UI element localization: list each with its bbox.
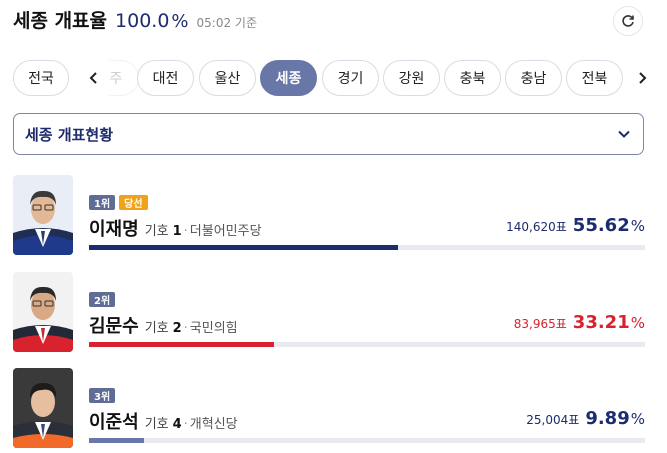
vote-bar-track: [89, 342, 645, 347]
candidate-name: 김문수: [89, 316, 139, 337]
tab-label: 경기: [337, 71, 364, 87]
candidate-badges: 3위: [89, 388, 116, 403]
separator-dot: ·: [183, 224, 188, 239]
count-rate-unit: %: [171, 11, 189, 32]
ballot-number: 4: [172, 417, 182, 432]
elected-badge: 당선: [119, 195, 148, 210]
tab-label: 전국: [28, 71, 54, 87]
chevron-down-icon: [618, 130, 630, 138]
candidate-badges: 2위: [89, 292, 116, 307]
candidate-info: 이재명 기호 1 · 더불어민주당: [89, 215, 262, 241]
tab-label: 울산: [214, 71, 241, 87]
vote-share-unit: %: [630, 217, 645, 235]
chevron-right-icon: [639, 72, 647, 84]
candidate-info: 이준석 기호 4 · 개혁신당: [89, 408, 238, 434]
candidate-row: 1위 당선 이재명 기호 1 · 더불어민주당 140,620 표 55.62 …: [13, 175, 653, 255]
separator-dot: ·: [183, 321, 188, 336]
ballot-label: 기호: [144, 224, 169, 239]
page-title: 세종 개표율: [13, 10, 108, 32]
candidate-badges: 1위 당선: [89, 195, 148, 210]
tab-label: 전북: [581, 71, 608, 87]
vote-result: 140,620 표 55.62 %: [506, 215, 645, 236]
rank-badge: 3위: [89, 388, 116, 403]
refresh-icon: [622, 15, 634, 27]
scroll-left-button[interactable]: [79, 60, 109, 96]
party-name: 국민의힘: [189, 321, 238, 336]
vote-result: 83,965 표 33.21 %: [514, 312, 645, 333]
party-name: 개혁신당: [189, 417, 238, 432]
candidate-row: 3위 이준석 기호 4 · 개혁신당 25,004 표 9.89 %: [13, 368, 653, 448]
chevron-left-icon: [89, 72, 97, 84]
vote-bar-track: [89, 245, 645, 250]
tab-label: 세종: [275, 71, 302, 87]
tab-label: 충남: [520, 71, 547, 87]
ballot-number: 1: [172, 224, 182, 239]
vote-count: 25,004: [526, 413, 569, 427]
vote-count: 140,620: [506, 220, 556, 234]
refresh-button[interactable]: [613, 6, 643, 36]
ballot-label: 기호: [144, 417, 169, 432]
vote-share-unit: %: [630, 314, 645, 332]
vote-unit: 표: [568, 413, 580, 427]
candidate-photo: [13, 368, 73, 448]
vote-share: 9.89: [585, 408, 630, 429]
scroll-right-button[interactable]: [627, 60, 657, 96]
vote-share: 33.21: [572, 312, 630, 333]
tab-ulsan[interactable]: 울산: [199, 60, 256, 96]
dropdown-label: 세종 개표현황: [25, 125, 114, 144]
candidate-photo: [13, 272, 73, 352]
tab-chungbuk[interactable]: 충북: [444, 60, 501, 96]
vote-unit: 표: [555, 220, 567, 234]
vote-share: 55.62: [572, 215, 630, 236]
region-tabs: 전국 주 대전 울산 세종 경기 강원 충북 충남 전북: [13, 60, 657, 98]
vote-bar-fill: [89, 245, 399, 250]
candidate-info: 김문수 기호 2 · 국민의힘: [89, 312, 238, 338]
tab-daejeon[interactable]: 대전: [137, 60, 194, 96]
rank-badge: 1위: [89, 195, 116, 210]
page-header: 세종 개표율 100.0 % 05:02 기준: [13, 6, 257, 34]
rank-badge: 2위: [89, 292, 116, 307]
tab-label: 대전: [152, 71, 179, 87]
tab-chungnam[interactable]: 충남: [505, 60, 562, 96]
vote-unit: 표: [555, 317, 567, 331]
candidate-name: 이준석: [89, 412, 139, 433]
update-time: 05:02 기준: [196, 16, 258, 30]
ballot-label: 기호: [144, 321, 169, 336]
vote-result: 25,004 표 9.89 %: [526, 408, 645, 429]
ballot-number: 2: [172, 321, 182, 336]
tab-gyeonggi[interactable]: 경기: [322, 60, 379, 96]
tab-label: 충북: [459, 71, 486, 87]
vote-share-unit: %: [630, 410, 645, 428]
vote-bar-track: [89, 438, 645, 443]
tab-label: 주: [109, 71, 123, 87]
vote-bar-fill: [89, 342, 274, 347]
region-status-dropdown[interactable]: 세종 개표현황: [13, 113, 644, 155]
vote-bar-fill: [89, 438, 144, 443]
count-rate: 100.0: [115, 10, 170, 32]
tab-gangwon[interactable]: 강원: [383, 60, 440, 96]
candidate-row: 2위 김문수 기호 2 · 국민의힘 83,965 표 33.21 %: [13, 272, 653, 352]
vote-count: 83,965: [513, 317, 556, 331]
tab-sejong[interactable]: 세종: [260, 60, 317, 96]
candidate-name: 이재명: [89, 219, 139, 240]
party-name: 더불어민주당: [189, 224, 262, 239]
tab-jeonguk[interactable]: 전국: [13, 60, 69, 96]
separator-dot: ·: [183, 417, 188, 432]
tab-label: 강원: [398, 71, 425, 87]
tab-jeonbuk[interactable]: 전북: [566, 60, 623, 96]
candidate-photo: [13, 175, 73, 255]
